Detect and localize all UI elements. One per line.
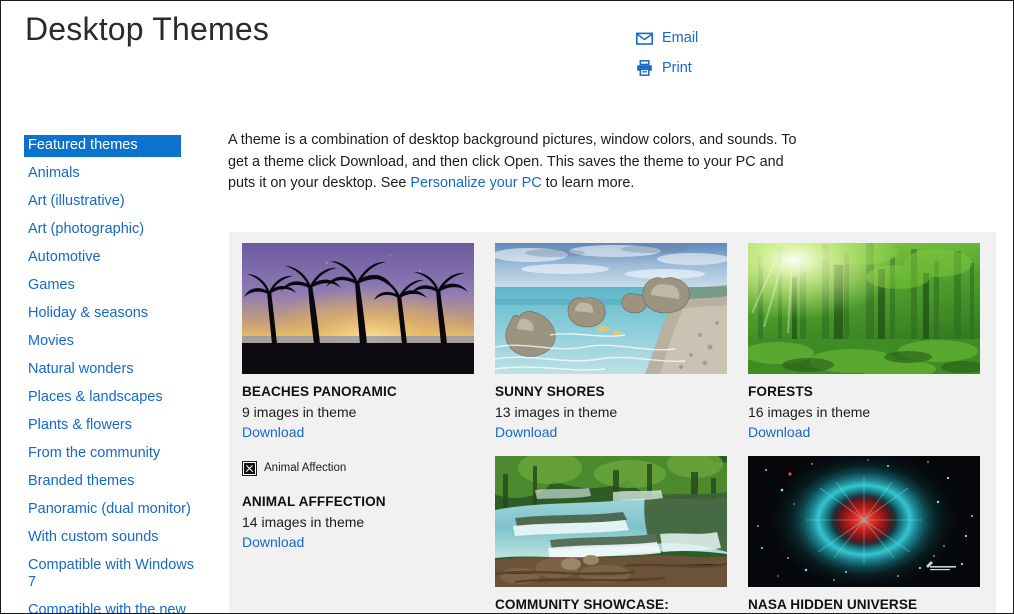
- sidebar-item-places-landscapes[interactable]: Places & landscapes: [24, 387, 199, 409]
- sidebar-item-animals[interactable]: Animals: [24, 163, 199, 185]
- theme-download-link[interactable]: Download: [242, 533, 474, 552]
- theme-card-forests: FORESTS 16 images in theme Download: [748, 243, 980, 442]
- envelope-icon: [635, 30, 653, 46]
- theme-download-link[interactable]: Download: [495, 423, 727, 442]
- theme-download-link[interactable]: Download: [748, 423, 980, 442]
- theme-card-title: FORESTS: [748, 384, 813, 399]
- intro-paragraph: A theme is a combination of desktop back…: [228, 130, 803, 195]
- header-actions: Email Print: [635, 27, 855, 87]
- theme-card-count: 16 images in theme: [748, 404, 871, 420]
- theme-card-title: SUNNY SHORES: [495, 384, 605, 399]
- theme-card-beaches-panoramic: BEACHES PANORAMIC 9 images in theme Down…: [242, 243, 474, 442]
- email-label: Email: [662, 30, 699, 46]
- desktop-themes-page: Desktop Themes Email Print Featured them…: [0, 0, 1014, 614]
- personalize-your-pc-link[interactable]: Personalize your PC: [410, 175, 541, 191]
- theme-card-title: COMMUNITY SHOWCASE: AQUA: [495, 597, 669, 612]
- theme-card-count: 9 images in theme: [242, 404, 357, 420]
- theme-card-animal-afffection: Animal Affection ANIMAL AFFFECTION 14 im…: [242, 457, 474, 552]
- email-action[interactable]: Email: [635, 27, 855, 49]
- theme-thumbnail-community-showcase-aqua[interactable]: [495, 456, 727, 587]
- theme-card-title: BEACHES PANORAMIC: [242, 384, 397, 399]
- theme-thumbnail-sunny-shores[interactable]: [495, 243, 727, 374]
- printer-icon: [635, 60, 653, 76]
- theme-thumbnail-nasa-hidden-universe[interactable]: [748, 456, 980, 587]
- sidebar-item-plants-flowers[interactable]: Plants & flowers: [24, 415, 199, 437]
- sidebar-item-movies[interactable]: Movies: [24, 331, 199, 353]
- sidebar-item-art-illustrative[interactable]: Art (illustrative): [24, 191, 199, 213]
- sidebar-item-featured-themes[interactable]: Featured themes: [24, 135, 181, 157]
- sidebar-item-art-photographic[interactable]: Art (photographic): [24, 219, 199, 241]
- sidebar-item-natural-wonders[interactable]: Natural wonders: [24, 359, 199, 381]
- sidebar-item-holiday-seasons[interactable]: Holiday & seasons: [24, 303, 199, 325]
- theme-card-title: ANIMAL AFFFECTION: [242, 494, 386, 509]
- theme-thumbnail-beaches-panoramic[interactable]: [242, 243, 474, 374]
- theme-card-count: 14 images in theme: [242, 514, 365, 530]
- sidebar-item-automotive[interactable]: Automotive: [24, 247, 199, 269]
- broken-image-icon: [242, 461, 257, 476]
- sidebar-item-compatible-windows-7[interactable]: Compatible with Windows 7: [24, 555, 199, 594]
- sidebar: Featured themes Animals Art (illustrativ…: [24, 135, 199, 613]
- theme-card-nasa-hidden-universe: NASA HIDDEN UNIVERSE: [748, 456, 980, 613]
- theme-card-sunny-shores: SUNNY SHORES 13 images in theme Download: [495, 243, 727, 442]
- sidebar-item-with-custom-sounds[interactable]: With custom sounds: [24, 527, 199, 549]
- page-title: Desktop Themes: [25, 11, 270, 47]
- sidebar-item-branded-themes[interactable]: Branded themes: [24, 471, 199, 493]
- sidebar-item-games[interactable]: Games: [24, 275, 199, 297]
- sidebar-item-panoramic-dual-monitor[interactable]: Panoramic (dual monitor): [24, 499, 199, 521]
- theme-card-title: NASA HIDDEN UNIVERSE: [748, 597, 918, 612]
- themes-panel: BEACHES PANORAMIC 9 images in theme Down…: [229, 232, 996, 613]
- theme-card-community-showcase-aqua: COMMUNITY SHOWCASE: AQUA: [495, 456, 727, 613]
- theme-thumbnail-forests[interactable]: [748, 243, 980, 374]
- sidebar-item-from-the-community[interactable]: From the community: [24, 443, 199, 465]
- print-label: Print: [662, 60, 692, 76]
- sidebar-item-compatible-new-windows[interactable]: Compatible with the new Windows: [24, 600, 199, 613]
- print-action[interactable]: Print: [635, 57, 855, 79]
- broken-image-alt-text: Animal Affection: [264, 462, 347, 474]
- theme-download-link[interactable]: Download: [242, 423, 474, 442]
- theme-card-count: 13 images in theme: [495, 404, 618, 420]
- intro-text-after: to learn more.: [541, 175, 635, 191]
